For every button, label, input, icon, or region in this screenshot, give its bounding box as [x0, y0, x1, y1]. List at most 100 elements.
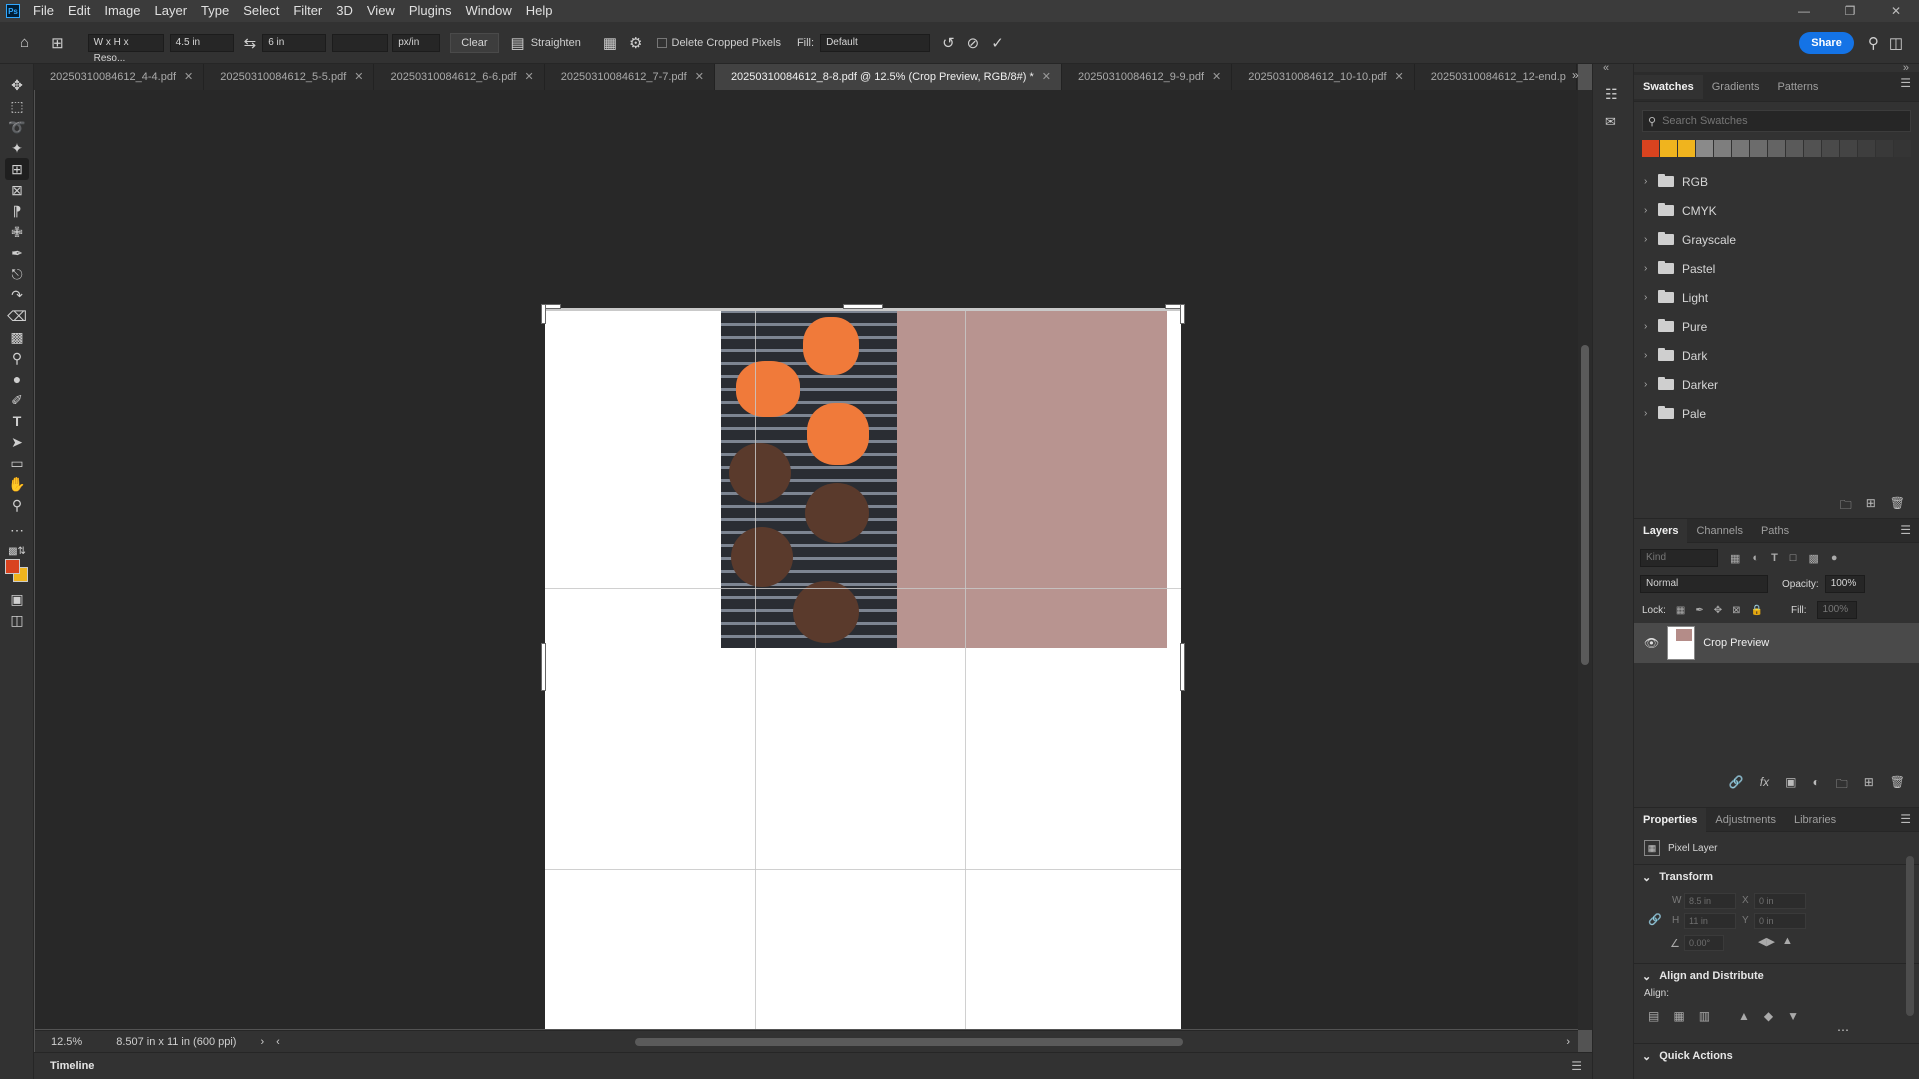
zoom-level[interactable]: 12.5% [51, 1036, 82, 1048]
tab-libraries[interactable]: Libraries [1785, 808, 1845, 832]
properties-scroll-thumb[interactable] [1906, 856, 1914, 1016]
crop-tool-preset-icon[interactable]: ⊞ [51, 34, 64, 52]
align-right-icon[interactable]: ▥ [1699, 1009, 1710, 1023]
eraser-tool-icon[interactable]: ⌫ [5, 305, 29, 327]
menu-type[interactable]: Type [194, 0, 236, 22]
move-tool-icon[interactable]: ✥ [5, 74, 29, 96]
timeline-menu-icon[interactable]: ☰ [1571, 1059, 1582, 1073]
delete-layer-icon[interactable]: 🗑 [1890, 775, 1905, 796]
flip-vertical-icon[interactable]: ▲ [1782, 935, 1793, 947]
close-tab-icon[interactable]: ✕ [354, 64, 363, 90]
swatch-group-pure[interactable]: › Pure [1634, 312, 1919, 341]
panel-menu-icon[interactable]: ☰ [1900, 523, 1911, 537]
color-swatch[interactable] [1876, 140, 1893, 157]
brush-tool-icon[interactable]: ✒ [5, 242, 29, 264]
doc-tab-active[interactable]: 20250310084612_8-8.pdf @ 12.5% (Crop Pre… [714, 64, 1063, 90]
chevron-down-icon[interactable]: ⌄ [1642, 970, 1651, 983]
chevron-down-icon[interactable]: ⌄ [1642, 871, 1651, 884]
menu-select[interactable]: Select [236, 0, 286, 22]
document-canvas[interactable] [541, 304, 1185, 1029]
crop-height-input[interactable]: 6 in [262, 33, 327, 52]
delete-swatch-icon[interactable]: 🗑 [1890, 496, 1905, 517]
commit-crop-icon[interactable]: ✓ [991, 34, 1004, 52]
lock-artboard-icon[interactable]: ⊠ [1732, 605, 1740, 616]
filter-shape-icon[interactable]: □ [1790, 552, 1797, 564]
color-swatch[interactable] [1858, 140, 1875, 157]
new-layer-icon[interactable]: ⊞ [1864, 775, 1874, 796]
color-swatch[interactable] [1750, 140, 1767, 157]
doc-tab[interactable]: 20250310084612_7-7.pdf ✕ [544, 64, 715, 90]
swatch-group-pastel[interactable]: › Pastel [1634, 254, 1919, 283]
share-button[interactable]: Share [1799, 31, 1854, 54]
menu-3d[interactable]: 3D [329, 0, 360, 22]
menu-plugins[interactable]: Plugins [402, 0, 459, 22]
align-left-icon[interactable]: ▤ [1648, 1009, 1659, 1023]
crop-tool-icon[interactable]: ⊞ [5, 158, 29, 180]
history-brush-tool-icon[interactable]: ↷ [5, 284, 29, 306]
color-swatch[interactable] [1822, 140, 1839, 157]
tab-patterns[interactable]: Patterns [1768, 75, 1827, 99]
quick-actions-section[interactable]: ⌄ Quick Actions [1634, 1044, 1919, 1068]
color-swatch[interactable] [1804, 140, 1821, 157]
color-swatch[interactable] [1678, 140, 1695, 157]
tab-adjustments[interactable]: Adjustments [1706, 808, 1785, 832]
crop-handle-right[interactable] [1180, 643, 1185, 691]
chevron-right-icon[interactable]: › [1644, 379, 1650, 390]
quick-mask-icon[interactable]: ▣ [5, 588, 29, 610]
gradient-tool-icon[interactable]: ▩ [5, 326, 29, 348]
swatch-group-pale[interactable]: › Pale [1634, 399, 1919, 428]
crop-handle-top-right[interactable] [1180, 304, 1185, 324]
fill-select[interactable]: Default [820, 33, 931, 52]
zoom-tool-icon[interactable]: ⚲ [5, 494, 29, 516]
color-swatch[interactable] [1714, 140, 1731, 157]
swatch-group-rgb[interactable]: › RGB [1634, 167, 1919, 196]
swatch-group-dark[interactable]: › Dark [1634, 341, 1919, 370]
doc-tab[interactable]: 20250310084612_6-6.pdf ✕ [374, 64, 545, 90]
blur-tool-icon[interactable]: ⚲ [5, 347, 29, 369]
tab-properties[interactable]: Properties [1634, 807, 1707, 832]
tab-swatches[interactable]: Swatches [1634, 74, 1703, 99]
align-center-horizontal-icon[interactable]: ▦ [1673, 1009, 1684, 1023]
crop-handle-top[interactable] [843, 304, 883, 309]
color-swatch[interactable] [1768, 140, 1785, 157]
scroll-right-icon[interactable]: › [1566, 1036, 1570, 1048]
chevron-right-icon[interactable]: › [1644, 176, 1650, 187]
opacity-input[interactable]: 100% [1824, 575, 1865, 593]
menu-help[interactable]: Help [519, 0, 560, 22]
settings-gear-icon[interactable]: ⚙ [629, 34, 642, 52]
doc-tab[interactable]: 20250310084612_9-9.pdf ✕ [1062, 64, 1233, 90]
tab-paths[interactable]: Paths [1752, 519, 1798, 543]
align-distribute-section[interactable]: ⌄ Align and Distribute [1634, 964, 1919, 988]
menu-layer[interactable]: Layer [148, 0, 195, 22]
layer-style-fx-icon[interactable]: fx [1760, 775, 1769, 796]
reset-crop-icon[interactable]: ↺ [942, 34, 955, 52]
chevron-right-icon[interactable]: › [1644, 408, 1650, 419]
new-group-folder-icon[interactable]: 🗀 [1840, 496, 1852, 517]
flip-horizontal-icon[interactable]: ◀▶ [1758, 935, 1775, 948]
swatch-group-cmyk[interactable]: › CMYK [1634, 196, 1919, 225]
vertical-scrollbar[interactable] [1578, 90, 1592, 1030]
menu-window[interactable]: Window [458, 0, 518, 22]
menu-filter[interactable]: Filter [286, 0, 329, 22]
home-icon[interactable]: ⌂ [20, 34, 29, 51]
tab-channels[interactable]: Channels [1687, 519, 1751, 543]
filter-smart-object-icon[interactable]: ▩ [1808, 552, 1818, 565]
pen-tool-icon[interactable]: ✐ [5, 389, 29, 411]
close-tab-icon[interactable]: ✕ [524, 64, 533, 90]
search-icon[interactable]: ⚲ [1868, 34, 1879, 52]
tab-layers[interactable]: Layers [1634, 518, 1688, 543]
screen-mode-icon[interactable]: ◫ [5, 609, 29, 631]
menu-image[interactable]: Image [97, 0, 147, 22]
crop-handle-left[interactable] [541, 643, 546, 691]
transform-y-input[interactable]: 0 in [1754, 913, 1806, 929]
resolution-unit-select[interactable]: px/in [392, 33, 441, 52]
doc-tab[interactable]: 20250310084612_5-5.pdf ✕ [204, 64, 375, 90]
lock-position-icon[interactable]: ✥ [1714, 605, 1722, 616]
color-swatch[interactable] [1660, 140, 1677, 157]
chevron-down-icon[interactable]: ⌄ [1642, 1050, 1651, 1063]
restore-icon[interactable]: ❐ [1827, 0, 1873, 22]
blend-mode-select[interactable]: Normal [1640, 575, 1768, 593]
close-tab-icon[interactable]: ✕ [1042, 64, 1051, 90]
layer-name[interactable]: Crop Preview [1703, 637, 1769, 649]
comments-panel-icon[interactable]: ✉ [1605, 114, 1616, 130]
